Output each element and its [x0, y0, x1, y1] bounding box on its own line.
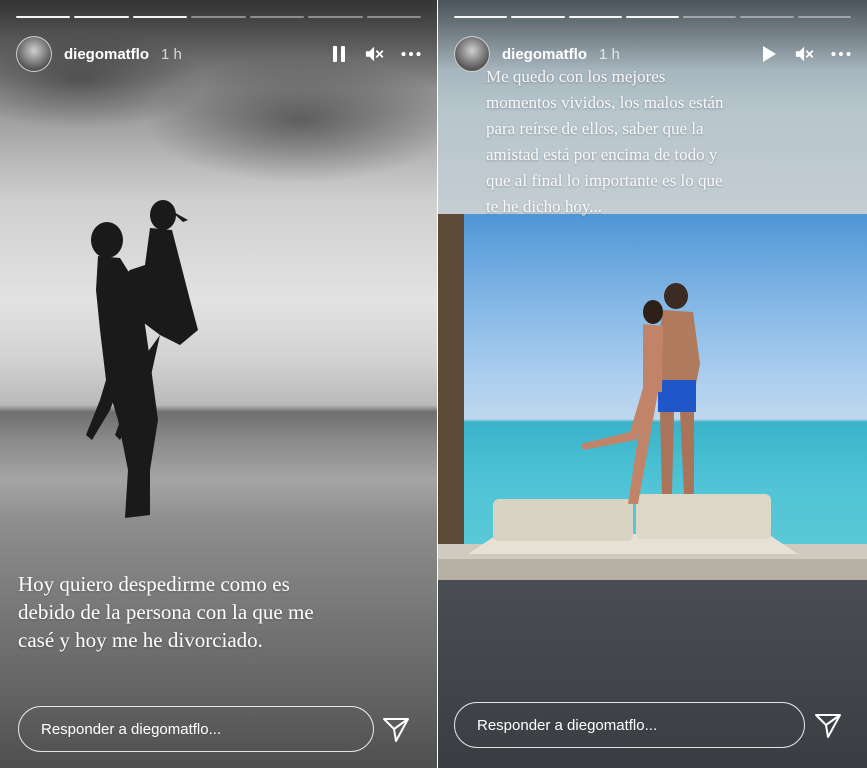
progress-segment	[366, 16, 421, 18]
progress-segment	[511, 16, 565, 18]
story-controls	[329, 44, 421, 64]
send-icon[interactable]	[812, 710, 844, 742]
woman-head	[150, 200, 176, 230]
more-options-icon[interactable]	[401, 44, 421, 64]
story-panel-right[interactable]: diegomatflo 1 h Me quedo con los mejores…	[438, 0, 867, 768]
avatar[interactable]	[16, 36, 52, 72]
more-options-icon[interactable]	[831, 44, 851, 64]
caption-line: que al final lo importante es lo que	[486, 171, 723, 190]
progress-segment	[132, 16, 188, 18]
pause-icon[interactable]	[329, 44, 349, 64]
reply-input[interactable]	[19, 707, 373, 751]
username[interactable]: diegomatflo	[502, 46, 587, 63]
man-head	[91, 222, 123, 258]
caption-line: Hoy quiero despedirme como es	[18, 572, 290, 596]
story-header: diegomatflo 1 h	[16, 36, 421, 72]
play-icon[interactable]	[759, 44, 779, 64]
reply-input[interactable]	[455, 703, 804, 747]
couple-on-deck-image	[438, 214, 867, 580]
story-caption: Hoy quiero despedirme como es debido de …	[18, 570, 314, 654]
progress-segment	[625, 16, 680, 18]
progress-segment	[191, 16, 246, 18]
caption-line: te he dicho hoy...	[486, 197, 602, 216]
story-progress-bar	[16, 16, 421, 18]
caption-line: debido de la persona con la que me	[18, 600, 314, 624]
caption-line: Me quedo con los mejores	[486, 67, 666, 86]
progress-segment	[308, 16, 363, 18]
beach-deck-photo	[438, 214, 867, 580]
progress-segment	[740, 16, 794, 18]
story-progress-bar	[454, 16, 851, 18]
story-controls	[759, 44, 851, 64]
progress-segment	[568, 16, 622, 18]
reply-field[interactable]	[18, 706, 374, 752]
progress-segment	[249, 16, 305, 18]
caption-line: para reírse de ellos, saber que la	[486, 119, 704, 138]
progress-segment	[797, 16, 851, 18]
reply-field[interactable]	[454, 702, 805, 748]
post-time: 1 h	[599, 45, 620, 63]
caption-line: casé y hoy me he divorciado.	[18, 628, 263, 652]
progress-segment	[74, 16, 129, 18]
send-icon[interactable]	[380, 714, 412, 746]
post-time: 1 h	[161, 45, 182, 63]
speaker-muted-icon[interactable]	[795, 44, 815, 64]
speaker-muted-icon[interactable]	[365, 44, 385, 64]
progress-segment	[454, 16, 508, 18]
progress-segment	[16, 16, 71, 18]
avatar[interactable]	[454, 36, 490, 72]
username[interactable]: diegomatflo	[64, 46, 149, 63]
caption-line: momentos vividos, los malos están	[486, 93, 724, 112]
caption-line: amistad está por encima de todo y	[486, 145, 718, 164]
progress-segment	[683, 16, 737, 18]
story-panel-left[interactable]: diegomatflo 1 h Hoy quiero despedirme co…	[0, 0, 437, 768]
story-caption: Me quedo con los mejores momentos vivido…	[486, 64, 724, 220]
